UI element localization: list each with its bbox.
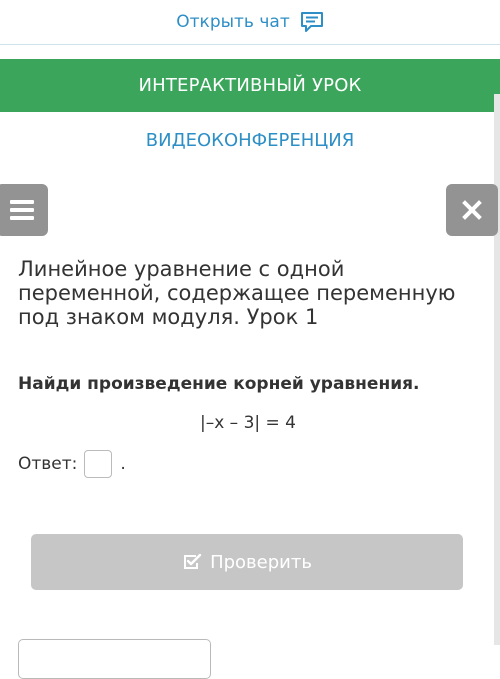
checkbox-check-icon (184, 553, 202, 569)
task-text: Найди произведение корней уравнения. (18, 374, 420, 394)
menu-button[interactable] (0, 184, 48, 236)
scrollbar[interactable] (494, 94, 500, 645)
close-button[interactable] (446, 184, 498, 236)
videoconference-link[interactable]: ВИДЕОКОНФЕРЕНЦИЯ (0, 124, 500, 156)
answer-label: Ответ: (18, 454, 78, 474)
interactive-lesson-tab[interactable]: ИНТЕРАКТИВНЫЙ УРОК (0, 59, 500, 112)
answer-suffix: . (120, 454, 126, 474)
open-chat-link[interactable]: Открыть чат (176, 11, 323, 33)
hamburger-icon (10, 200, 34, 204)
answer-row: Ответ: . (18, 450, 126, 478)
next-button[interactable] (18, 639, 211, 679)
interactive-lesson-label: ИНТЕРАКТИВНЫЙ УРОК (138, 75, 362, 96)
chat-bar: Открыть чат (0, 0, 500, 45)
close-icon (462, 200, 482, 220)
chat-icon (300, 11, 324, 33)
equation: |–x – 3| = 4 (199, 413, 296, 433)
lesson-title: Линейное уравнение с одной переменной, с… (18, 257, 456, 329)
check-label: Проверить (210, 551, 312, 573)
check-button[interactable]: Проверить (31, 534, 463, 590)
videoconference-label: ВИДЕОКОНФЕРЕНЦИЯ (145, 129, 355, 151)
open-chat-label: Открыть чат (176, 12, 290, 32)
answer-input[interactable] (84, 450, 113, 478)
